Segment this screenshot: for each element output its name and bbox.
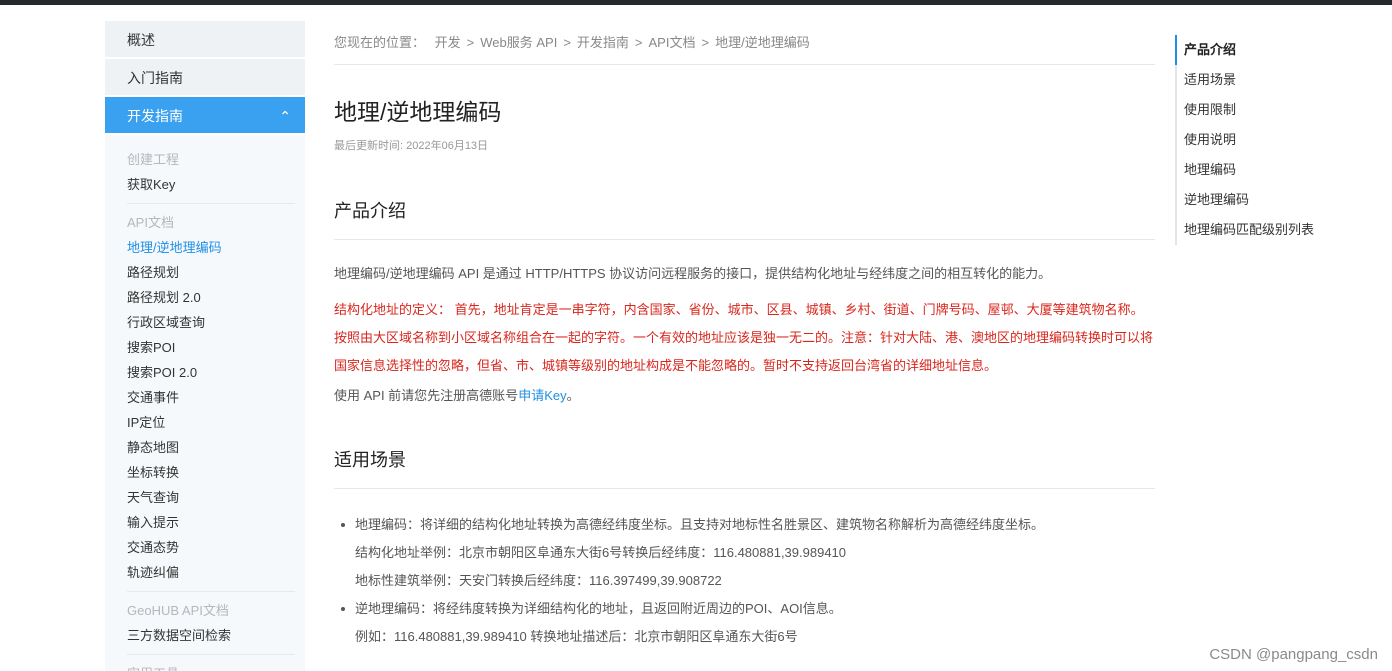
breadcrumb-separator: > (466, 35, 475, 50)
sidebar-link[interactable]: 输入提示 (127, 510, 295, 535)
breadcrumb-link[interactable]: 地理/逆地理编码 (715, 35, 810, 50)
sidebar-group: 实用工具 (127, 655, 295, 671)
breadcrumb: 您现在的位置： 开发 > Web服务 API > 开发指南 > API文档 > 地理/逆地理编码 (334, 21, 1155, 65)
sidebar-link[interactable]: 搜索POI 2.0 (127, 360, 295, 385)
sidebar-item-overview[interactable]: 概述 (105, 21, 305, 59)
breadcrumb-link[interactable]: API文档 (649, 35, 696, 50)
toc-link[interactable]: 产品介绍 (1175, 35, 1365, 65)
table-of-contents: 产品介绍 适用场景 使用限制 使用说明 地理编码 逆地理编码 地理编码匹配级别列表 (1175, 35, 1365, 245)
sidebar-link[interactable]: 路径规划 (127, 260, 295, 285)
sidebar-link[interactable]: 行政区域查询 (127, 310, 295, 335)
breadcrumb-separator: > (634, 35, 643, 50)
top-bar (0, 0, 1392, 5)
breadcrumb-link[interactable]: Web服务 API (480, 35, 557, 50)
sidebar-item-label: 开发指南 (127, 108, 183, 124)
sidebar-group-title: API文档 (127, 215, 174, 230)
sidebar-group: 创建工程获取Key (127, 141, 295, 204)
toc-link[interactable]: 地理编码 (1177, 155, 1365, 185)
sidebar-group-title: 创建工程 (127, 152, 180, 167)
last-updated: 最后更新时间: 2022年06月13日 (334, 140, 489, 152)
scenario-item: 逆地理编码：将经纬度转换为详细结构化的地址，且返回附近周边的POI、AOI信息。 (334, 595, 1155, 623)
toc-link[interactable]: 使用限制 (1177, 95, 1365, 125)
key-paragraph: 使用 API 前请您先注册高德账号申请Key。 (334, 386, 1155, 406)
toc-link[interactable]: 地理编码匹配级别列表 (1177, 215, 1365, 245)
sidebar-group: API文档地理/逆地理编码 路径规划 路径规划 2.0 行政区域查询 搜索POI 搜索PO… (127, 204, 295, 592)
breadcrumb-separator: > (701, 35, 710, 50)
sidebar-submenu: 创建工程 获取Key API文档 地理/逆地理编码 路径规划 路径规划 2.0 行政区域查询… (105, 135, 305, 671)
sidebar-link[interactable]: 地理/逆地理编码 (127, 235, 295, 260)
toc-link[interactable]: 使用说明 (1177, 125, 1365, 155)
sidebar-link[interactable]: 静态地图 (127, 435, 295, 460)
key-prefix: 使用 API 前请您先注册高德账号 (334, 388, 519, 403)
sidebar-link[interactable]: 交通态势 (127, 535, 295, 560)
sidebar-item-getting-started[interactable]: 入门指南 (105, 59, 305, 97)
sidebar-link[interactable]: 获取Key (127, 172, 295, 197)
scenario-example: 例如：116.480881,39.989410 转换地址描述后：北京市朝阳区阜通… (355, 629, 798, 644)
sidebar-item-dev-guide[interactable]: 开发指南 ⌃ (105, 97, 305, 135)
scenario-example: 结构化地址举例：北京市朝阳区阜通东大街6号转换后经纬度：116.480881,3… (355, 545, 847, 560)
chevron-up-icon: ⌃ (279, 108, 291, 124)
page-title: 地理/逆地理编码 (334, 99, 502, 125)
watermark: CSDN @pangpang_csdn (1209, 646, 1378, 663)
breadcrumb-link[interactable]: 开发 (435, 35, 461, 50)
sidebar-link[interactable]: 路径规划 2.0 (127, 285, 295, 310)
main-content: 您现在的位置： 开发 > Web服务 API > 开发指南 > API文档 > 地理/逆地理编码… (334, 21, 1155, 651)
sidebar-group-title: GeoHUB API文档 (127, 603, 229, 618)
toc-link[interactable]: 适用场景 (1177, 65, 1365, 95)
breadcrumb-separator: > (563, 35, 571, 50)
section-title-intro: 产品介绍 (334, 197, 1155, 240)
breadcrumb-link[interactable]: 开发指南 (577, 35, 629, 50)
sidebar-link[interactable]: 交通事件 (127, 385, 295, 410)
toc-link[interactable]: 逆地理编码 (1177, 185, 1365, 215)
intro-paragraph: 地理编码/逆地理编码 API 是通过 HTTP/HTTPS 协议访问远程服务的接… (334, 266, 1052, 281)
address-definition-note: 结构化地址的定义： 首先，地址肯定是一串字符，内含国家、省份、城市、区县、城镇、… (334, 302, 1154, 373)
section-title-scenarios: 适用场景 (334, 446, 1155, 489)
scenario-list: 地理编码：将详细的结构化地址转换为高德经纬度坐标。且支持对地标性名胜景区、建筑物… (334, 511, 1155, 651)
sidebar-group-title: 实用工具 (127, 661, 295, 671)
sidebar-link[interactable]: 坐标转换 (127, 460, 295, 485)
sidebar-link[interactable]: 三方数据空间检索 (127, 623, 295, 648)
sidebar-group: GeoHUB API文档三方数据空间检索 (127, 592, 295, 655)
scenario-example: 地标性建筑举例：天安门转换后经纬度：116.397499,39.908722 (355, 573, 722, 588)
sidebar-link[interactable]: 搜索POI (127, 335, 295, 360)
sidebar-link[interactable]: 天气查询 (127, 485, 295, 510)
key-suffix: 。 (566, 388, 580, 403)
sidebar-link[interactable]: IP定位 (127, 410, 295, 435)
sidebar-nav: 概述 入门指南 开发指南 ⌃ 创建工程 获取Key API文档 地理/逆地理编码 路径规… (105, 21, 305, 671)
breadcrumb-prefix: 您现在的位置： (334, 35, 426, 50)
apply-key-link[interactable]: 申请Key (518, 388, 566, 403)
sidebar-link[interactable]: 轨迹纠偏 (127, 560, 295, 585)
scenario-item: 地理编码：将详细的结构化地址转换为高德经纬度坐标。且支持对地标性名胜景区、建筑物… (334, 511, 1155, 539)
